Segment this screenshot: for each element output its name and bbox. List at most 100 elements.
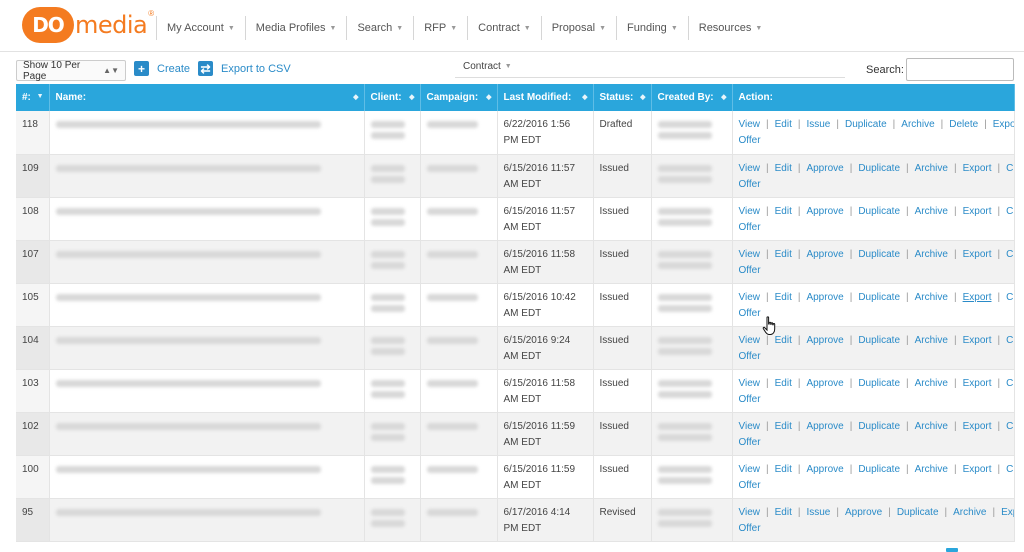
nav-proposal[interactable]: Proposal ▼ bbox=[540, 16, 616, 40]
action-view-link[interactable]: View bbox=[739, 335, 761, 346]
action-edit-link[interactable]: Edit bbox=[775, 464, 792, 475]
table-row[interactable]: 109 6/15/2016 11:57 AM EDT Issued View | Edit… bbox=[16, 154, 1015, 198]
table-row[interactable]: 102 6/15/2016 11:59 AM EDT Issued View | Edit… bbox=[16, 412, 1015, 456]
action-archive-link[interactable]: Archive bbox=[915, 421, 948, 432]
column-header[interactable]: Campaign: ◆ bbox=[420, 84, 498, 111]
action-export-link[interactable]: Export bbox=[963, 421, 992, 432]
action-archive-link[interactable]: Archive bbox=[915, 464, 948, 475]
action-edit-link[interactable]: Edit bbox=[775, 206, 792, 217]
action-view-link[interactable]: View bbox=[739, 421, 761, 432]
action-archive-link[interactable]: Archive bbox=[915, 249, 948, 260]
sort-icon[interactable]: ◆ bbox=[486, 93, 491, 101]
action-view-link[interactable]: View bbox=[739, 206, 761, 217]
sort-icon[interactable]: ◆ bbox=[640, 93, 645, 101]
action-approve-link[interactable]: Approve bbox=[806, 163, 843, 174]
nav-contract[interactable]: Contract ▼ bbox=[467, 16, 541, 40]
action-delete-link[interactable]: Delete bbox=[949, 119, 978, 130]
action-approve-link[interactable]: Approve bbox=[806, 206, 843, 217]
action-approve-link[interactable]: Approve bbox=[806, 292, 843, 303]
action-export-link[interactable]: Export bbox=[1001, 507, 1013, 518]
action-issue-link[interactable]: Issue bbox=[806, 507, 830, 518]
action-archive-link[interactable]: Archive bbox=[915, 378, 948, 389]
table-row[interactable]: 103 6/15/2016 11:58 AM EDT Issued View | Edit… bbox=[16, 369, 1015, 413]
table-row[interactable]: 95 6/17/2016 4:14 PM EDT Revised View | Edit |… bbox=[16, 498, 1015, 542]
action-edit-link[interactable]: Edit bbox=[775, 335, 792, 346]
action-edit-link[interactable]: Edit bbox=[775, 119, 792, 130]
search-input[interactable] bbox=[906, 58, 1014, 81]
scrollbar-thumb[interactable] bbox=[946, 548, 958, 552]
create-button[interactable]: + Create bbox=[134, 60, 190, 77]
column-header[interactable]: Created By: ◆ bbox=[651, 84, 733, 111]
action-archive-link[interactable]: Archive bbox=[901, 119, 934, 130]
action-archive-link[interactable]: Archive bbox=[915, 206, 948, 217]
table-row[interactable]: 100 6/15/2016 11:59 AM EDT Issued View | Edit… bbox=[16, 455, 1015, 499]
sort-icon[interactable]: ◆ bbox=[353, 93, 358, 101]
action-duplicate-link[interactable]: Duplicate bbox=[897, 507, 939, 518]
sort-icon[interactable]: ◆ bbox=[409, 93, 414, 101]
column-header[interactable]: Client: ◆ bbox=[364, 84, 421, 111]
contract-filter-dropdown[interactable]: Contract ▼ bbox=[455, 56, 845, 78]
action-view-link[interactable]: View bbox=[739, 119, 761, 130]
column-header[interactable]: Status: ◆ bbox=[593, 84, 652, 111]
action-edit-link[interactable]: Edit bbox=[775, 507, 792, 518]
nav-media-profiles[interactable]: Media Profiles ▼ bbox=[244, 16, 347, 40]
table-row[interactable]: 107 6/15/2016 11:58 AM EDT Issued View | Edit… bbox=[16, 240, 1015, 284]
action-archive-link[interactable]: Archive bbox=[953, 507, 986, 518]
action-export-link[interactable]: Export bbox=[963, 378, 992, 389]
sort-icon[interactable]: ▼ bbox=[37, 93, 44, 100]
domedia-logo[interactable]: DO media ® bbox=[22, 7, 154, 43]
action-view-link[interactable]: View bbox=[739, 249, 761, 260]
table-row[interactable]: 105 6/15/2016 10:42 AM EDT Issued View | Edit… bbox=[16, 283, 1015, 327]
action-duplicate-link[interactable]: Duplicate bbox=[858, 421, 900, 432]
sort-icon[interactable]: ◆ bbox=[582, 93, 587, 101]
action-approve-link[interactable]: Approve bbox=[806, 335, 843, 346]
column-header[interactable]: Name: ◆ bbox=[49, 84, 365, 111]
nav-my-account[interactable]: My Account ▼ bbox=[156, 16, 245, 40]
action-edit-link[interactable]: Edit bbox=[775, 378, 792, 389]
nav-funding[interactable]: Funding ▼ bbox=[616, 16, 688, 40]
action-view-link[interactable]: View bbox=[739, 507, 761, 518]
action-edit-link[interactable]: Edit bbox=[775, 421, 792, 432]
action-approve-link[interactable]: Approve bbox=[806, 378, 843, 389]
action-view-link[interactable]: View bbox=[739, 464, 761, 475]
action-view-link[interactable]: View bbox=[739, 378, 761, 389]
action-duplicate-link[interactable]: Duplicate bbox=[858, 378, 900, 389]
column-header[interactable]: Action: bbox=[732, 84, 1015, 111]
action-approve-link[interactable]: Approve bbox=[845, 507, 882, 518]
action-duplicate-link[interactable]: Duplicate bbox=[858, 206, 900, 217]
table-row[interactable]: 118 6/22/2016 1:56 PM EDT Drafted View | Edit… bbox=[16, 111, 1015, 155]
action-duplicate-link[interactable]: Duplicate bbox=[858, 292, 900, 303]
action-export-link[interactable]: Export bbox=[963, 464, 992, 475]
table-row[interactable]: 104 6/15/2016 9:24 AM EDT Issued View | Edit |… bbox=[16, 326, 1015, 370]
per-page-select[interactable]: Show 10 Per Page ▲▼ bbox=[16, 60, 126, 82]
action-duplicate-link[interactable]: Duplicate bbox=[845, 119, 887, 130]
sort-icon[interactable]: ◆ bbox=[721, 93, 726, 101]
action-export-link[interactable]: Export bbox=[963, 206, 992, 217]
action-duplicate-link[interactable]: Duplicate bbox=[858, 335, 900, 346]
action-export-link[interactable]: Export bbox=[993, 119, 1013, 130]
action-export-link[interactable]: Export bbox=[963, 292, 992, 303]
action-issue-link[interactable]: Issue bbox=[806, 119, 830, 130]
nav-rfp[interactable]: RFP ▼ bbox=[413, 16, 467, 40]
action-approve-link[interactable]: Approve bbox=[806, 421, 843, 432]
action-approve-link[interactable]: Approve bbox=[806, 464, 843, 475]
action-archive-link[interactable]: Archive bbox=[915, 335, 948, 346]
action-export-link[interactable]: Export bbox=[963, 249, 992, 260]
action-approve-link[interactable]: Approve bbox=[806, 249, 843, 260]
nav-search[interactable]: Search ▼ bbox=[346, 16, 413, 40]
action-view-link[interactable]: View bbox=[739, 163, 761, 174]
action-edit-link[interactable]: Edit bbox=[775, 249, 792, 260]
column-header[interactable]: #: ▼ bbox=[16, 84, 50, 111]
action-view-link[interactable]: View bbox=[739, 292, 761, 303]
nav-resources[interactable]: Resources ▼ bbox=[687, 16, 773, 40]
action-edit-link[interactable]: Edit bbox=[775, 292, 792, 303]
action-duplicate-link[interactable]: Duplicate bbox=[858, 464, 900, 475]
action-archive-link[interactable]: Archive bbox=[915, 292, 948, 303]
action-export-link[interactable]: Export bbox=[963, 163, 992, 174]
column-header[interactable]: Last Modified: ◆ bbox=[497, 84, 594, 111]
action-export-link[interactable]: Export bbox=[963, 335, 992, 346]
export-csv-button[interactable]: ⇄ Export to CSV bbox=[198, 60, 291, 77]
action-duplicate-link[interactable]: Duplicate bbox=[858, 163, 900, 174]
action-duplicate-link[interactable]: Duplicate bbox=[858, 249, 900, 260]
action-edit-link[interactable]: Edit bbox=[775, 163, 792, 174]
